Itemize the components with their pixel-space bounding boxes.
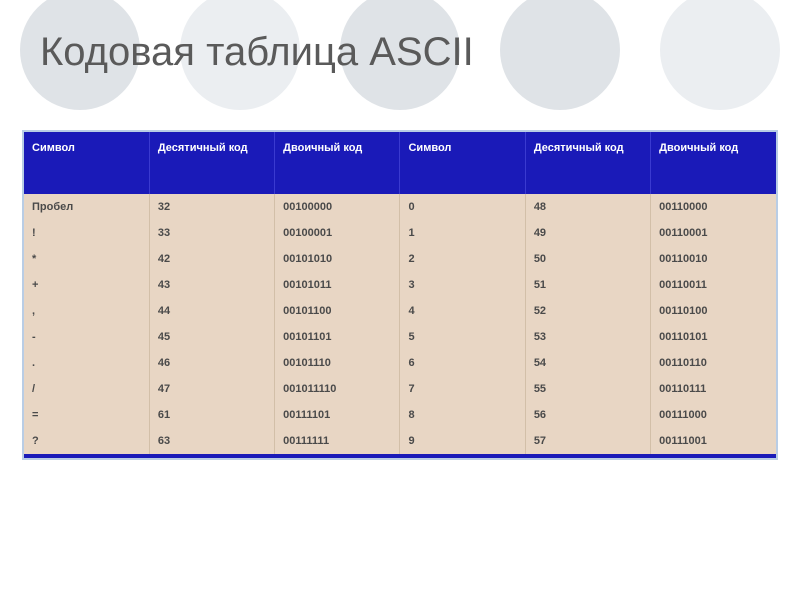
table-row: +430010101135100110011 xyxy=(24,272,776,298)
cell-binary: 00110110 xyxy=(651,350,776,376)
cell-decimal: 45 xyxy=(149,324,274,350)
col-decimal-1: Десятичный код xyxy=(149,132,274,194)
cell-binary: 00101010 xyxy=(275,246,400,272)
table-row: ,440010110045200110100 xyxy=(24,298,776,324)
cell-binary: 00110011 xyxy=(651,272,776,298)
table-row: ?630011111195700111001 xyxy=(24,428,776,454)
cell-decimal: 42 xyxy=(149,246,274,272)
cell-decimal: 48 xyxy=(525,194,650,220)
cell-binary: 00110101 xyxy=(651,324,776,350)
cell-symbol: * xyxy=(24,246,149,272)
page-title: Кодовая таблица ASCII xyxy=(0,0,800,75)
table-row: Пробел320010000004800110000 xyxy=(24,194,776,220)
cell-symbol: 5 xyxy=(400,324,525,350)
cell-binary: 00100000 xyxy=(275,194,400,220)
cell-symbol: 1 xyxy=(400,220,525,246)
table-header-row: Символ Десятичный код Двоичный код Симво… xyxy=(24,132,776,194)
cell-decimal: 61 xyxy=(149,402,274,428)
cell-decimal: 47 xyxy=(149,376,274,402)
ascii-table-container: Символ Десятичный код Двоичный код Симво… xyxy=(22,130,778,460)
cell-symbol: 4 xyxy=(400,298,525,324)
col-symbol-2: Символ xyxy=(400,132,525,194)
table-footer-bar xyxy=(24,454,776,458)
cell-decimal: 32 xyxy=(149,194,274,220)
cell-binary: 001011110 xyxy=(275,376,400,402)
col-symbol-1: Символ xyxy=(24,132,149,194)
cell-binary: 00110010 xyxy=(651,246,776,272)
cell-binary: 00101101 xyxy=(275,324,400,350)
cell-decimal: 43 xyxy=(149,272,274,298)
col-decimal-2: Десятичный код xyxy=(525,132,650,194)
ascii-table: Символ Десятичный код Двоичный код Симво… xyxy=(24,132,776,454)
cell-binary: 00110100 xyxy=(651,298,776,324)
cell-binary: 00111001 xyxy=(651,428,776,454)
cell-symbol: 2 xyxy=(400,246,525,272)
cell-symbol: / xyxy=(24,376,149,402)
table-row: !330010000114900110001 xyxy=(24,220,776,246)
cell-binary: 00111000 xyxy=(651,402,776,428)
cell-symbol: ? xyxy=(24,428,149,454)
cell-decimal: 49 xyxy=(525,220,650,246)
cell-binary: 00101100 xyxy=(275,298,400,324)
cell-binary: 00100001 xyxy=(275,220,400,246)
table-row: *420010101025000110010 xyxy=(24,246,776,272)
cell-decimal: 57 xyxy=(525,428,650,454)
cell-decimal: 50 xyxy=(525,246,650,272)
table-row: .460010111065400110110 xyxy=(24,350,776,376)
cell-decimal: 63 xyxy=(149,428,274,454)
table-row: -450010110155300110101 xyxy=(24,324,776,350)
cell-symbol: 7 xyxy=(400,376,525,402)
cell-symbol: + xyxy=(24,272,149,298)
table-row: /4700101111075500110111 xyxy=(24,376,776,402)
cell-decimal: 55 xyxy=(525,376,650,402)
cell-binary: 00110000 xyxy=(651,194,776,220)
cell-binary: 00101011 xyxy=(275,272,400,298)
cell-decimal: 53 xyxy=(525,324,650,350)
cell-symbol: 6 xyxy=(400,350,525,376)
cell-decimal: 56 xyxy=(525,402,650,428)
col-binary-2: Двоичный код xyxy=(651,132,776,194)
cell-symbol: - xyxy=(24,324,149,350)
cell-symbol: . xyxy=(24,350,149,376)
cell-decimal: 51 xyxy=(525,272,650,298)
cell-symbol: 9 xyxy=(400,428,525,454)
cell-symbol: 0 xyxy=(400,194,525,220)
cell-decimal: 44 xyxy=(149,298,274,324)
table-row: =610011110185600111000 xyxy=(24,402,776,428)
cell-decimal: 46 xyxy=(149,350,274,376)
cell-symbol: = xyxy=(24,402,149,428)
cell-binary: 00111111 xyxy=(275,428,400,454)
cell-symbol: ! xyxy=(24,220,149,246)
cell-decimal: 33 xyxy=(149,220,274,246)
table-body: Пробел320010000004800110000!330010000114… xyxy=(24,194,776,454)
cell-binary: 00110001 xyxy=(651,220,776,246)
cell-symbol: Пробел xyxy=(24,194,149,220)
cell-binary: 00110111 xyxy=(651,376,776,402)
cell-binary: 00101110 xyxy=(275,350,400,376)
cell-decimal: 52 xyxy=(525,298,650,324)
cell-decimal: 54 xyxy=(525,350,650,376)
cell-binary: 00111101 xyxy=(275,402,400,428)
cell-symbol: 8 xyxy=(400,402,525,428)
col-binary-1: Двоичный код xyxy=(275,132,400,194)
cell-symbol: , xyxy=(24,298,149,324)
cell-symbol: 3 xyxy=(400,272,525,298)
